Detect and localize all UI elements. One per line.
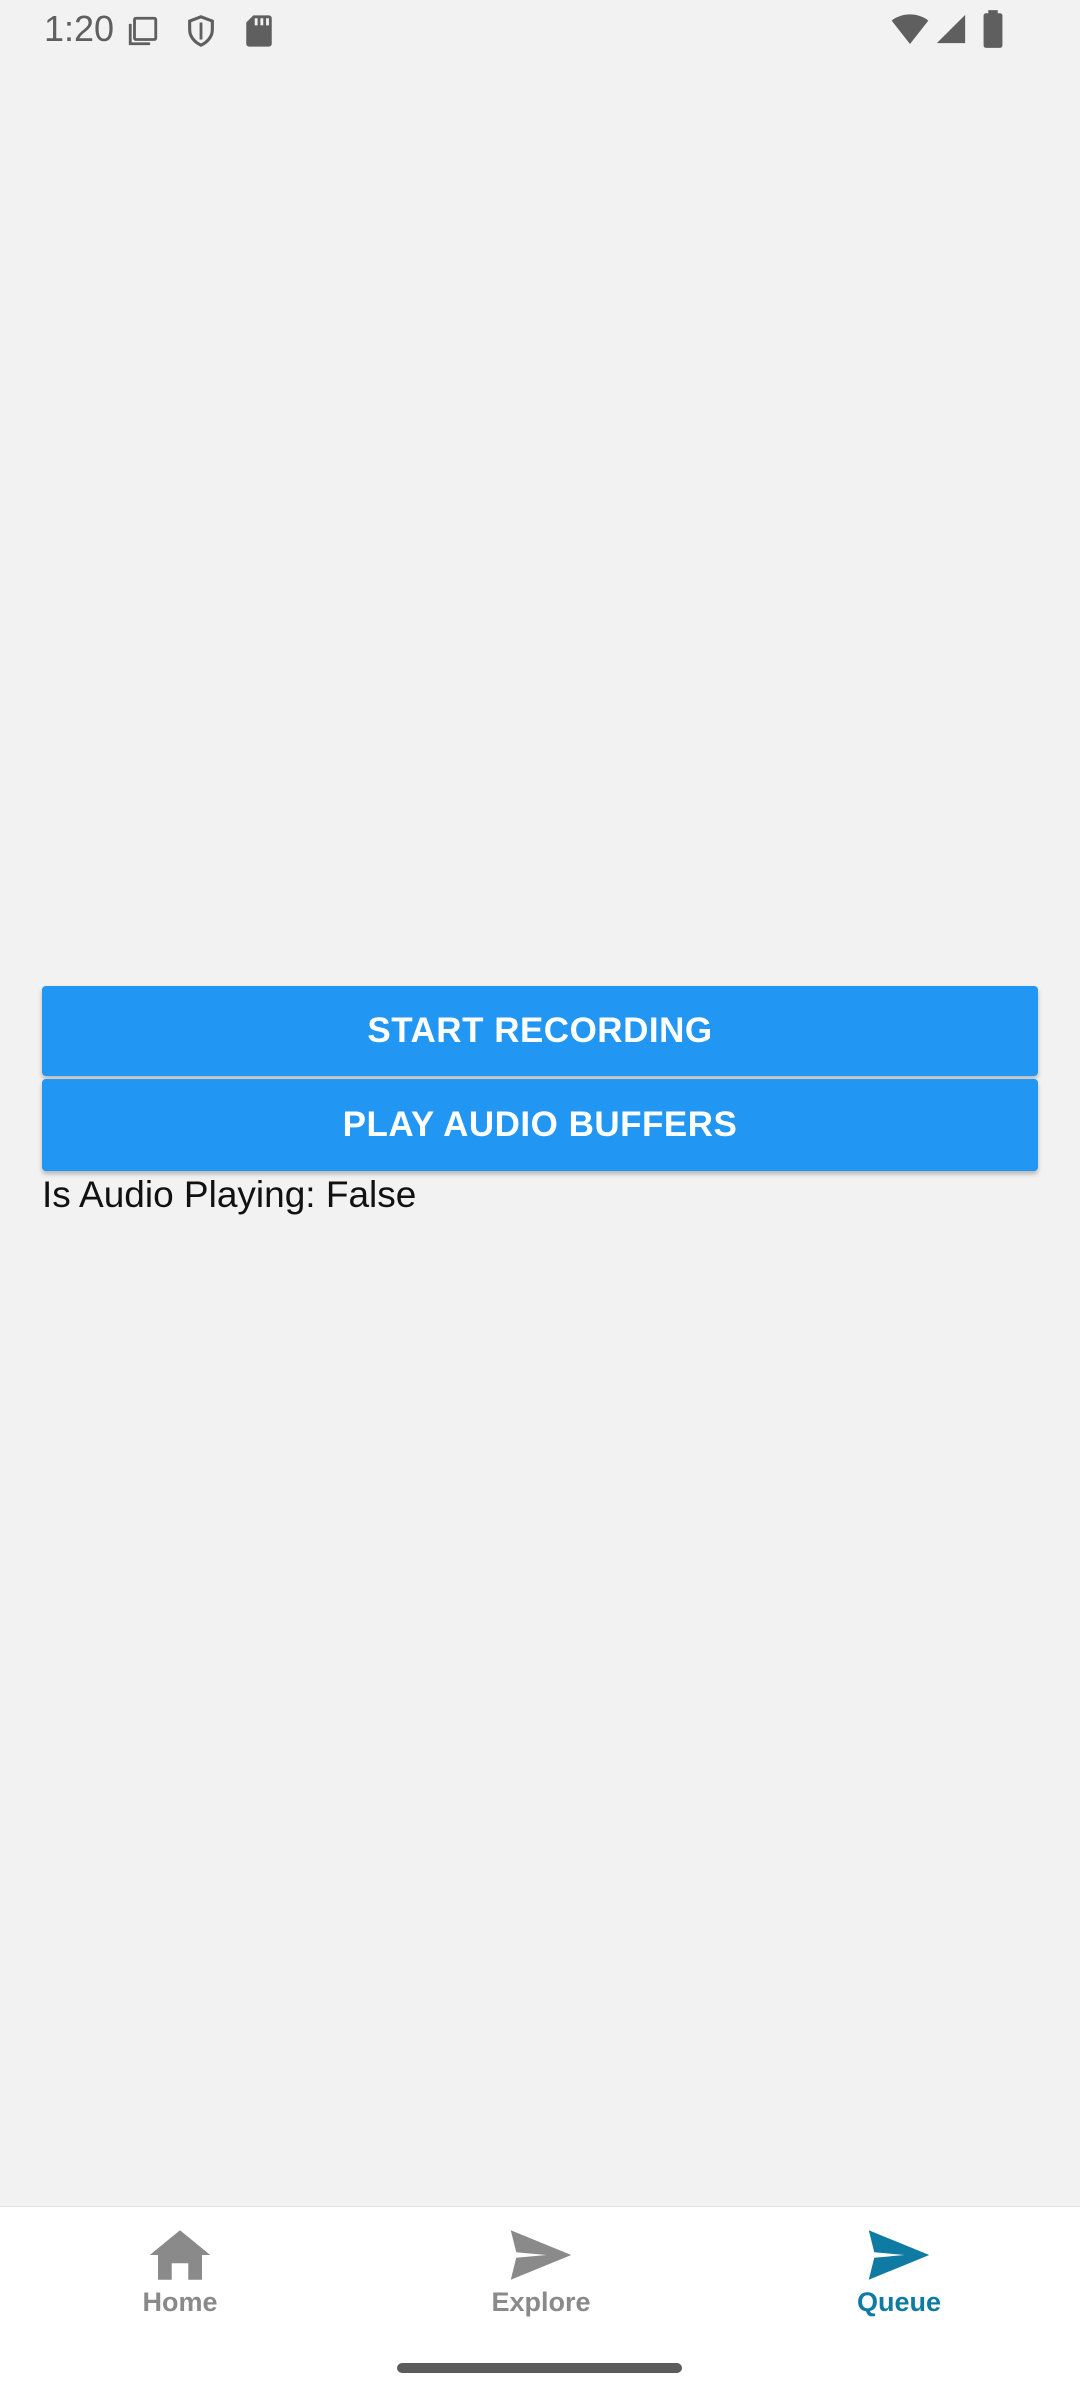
- wifi-icon: [890, 12, 930, 51]
- tab-explore[interactable]: Explore: [441, 2227, 641, 2347]
- tab-explore-label: Explore: [491, 2287, 591, 2317]
- tab-home[interactable]: Home: [80, 2227, 280, 2347]
- start-recording-button[interactable]: START RECORDING: [42, 986, 1038, 1076]
- status-time: 1:20: [44, 8, 115, 49]
- battery-icon: [982, 10, 1004, 53]
- send-icon: [508, 2227, 574, 2283]
- play-audio-label: PLAY AUDIO BUFFERS: [342, 1105, 738, 1144]
- shield-icon: [184, 14, 218, 53]
- play-audio-buffers-button[interactable]: PLAY AUDIO BUFFERS: [42, 1079, 1038, 1171]
- start-recording-label: START RECORDING: [367, 1011, 713, 1050]
- send-icon: [866, 2227, 932, 2283]
- tab-queue[interactable]: Queue: [799, 2227, 999, 2347]
- status-bar: 1:20: [0, 0, 1080, 64]
- home-indicator[interactable]: [397, 2363, 682, 2373]
- home-icon: [147, 2227, 213, 2283]
- screenshot-icon: [126, 14, 160, 53]
- audio-playing-status: Is Audio Playing: False: [42, 1174, 417, 1215]
- signal-icon: [934, 12, 968, 51]
- sd-card-icon: [244, 14, 274, 53]
- tab-queue-label: Queue: [856, 2287, 942, 2317]
- tab-home-label: Home: [142, 2287, 218, 2317]
